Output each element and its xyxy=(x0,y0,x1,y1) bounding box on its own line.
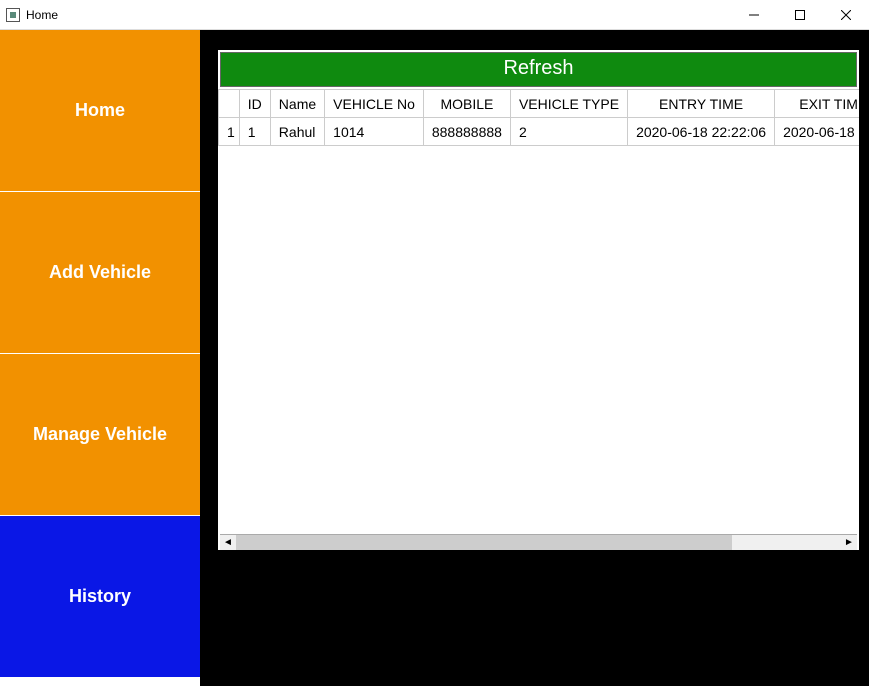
sidebar-item-history[interactable]: History xyxy=(0,516,200,678)
col-exit-time[interactable]: EXIT TIM xyxy=(775,90,859,118)
main-content: Refresh xyxy=(200,30,869,686)
cell-mobile[interactable]: 888888888 xyxy=(423,118,510,146)
cell-name[interactable]: Rahul xyxy=(270,118,324,146)
window-controls xyxy=(731,0,869,29)
window-title: Home xyxy=(26,8,58,22)
sidebar-item-label: History xyxy=(69,586,131,607)
col-vehicle-no[interactable]: VEHICLE No xyxy=(325,90,424,118)
cell-vehicle-type[interactable]: 2 xyxy=(510,118,627,146)
scroll-left-arrow-icon[interactable]: ◄ xyxy=(220,535,236,551)
table-corner xyxy=(219,90,240,118)
close-button[interactable] xyxy=(823,0,869,29)
data-table: ID Name VEHICLE No MOBILE VEHICLE TYPE E… xyxy=(218,89,859,146)
cell-exit-time[interactable]: 2020-06-18 22 xyxy=(775,118,859,146)
scroll-right-arrow-icon[interactable]: ► xyxy=(841,535,857,551)
sidebar-item-label: Manage Vehicle xyxy=(33,424,167,445)
cell-id[interactable]: 1 xyxy=(239,118,270,146)
minimize-button[interactable] xyxy=(731,0,777,29)
cell-entry-time[interactable]: 2020-06-18 22:22:06 xyxy=(628,118,775,146)
sidebar-item-label: Add Vehicle xyxy=(49,262,151,283)
refresh-label: Refresh xyxy=(503,57,573,79)
sidebar: Home Add Vehicle Manage Vehicle History xyxy=(0,30,200,686)
cell-vehicle-no[interactable]: 1014 xyxy=(325,118,424,146)
data-panel: Refresh xyxy=(218,50,859,550)
app-icon xyxy=(6,8,20,22)
sidebar-item-label: Home xyxy=(75,100,125,121)
refresh-button[interactable]: Refresh xyxy=(220,52,857,87)
table-row[interactable]: 1 1 Rahul 1014 888888888 2 2020-06-18 22… xyxy=(219,118,860,146)
app-body: Home Add Vehicle Manage Vehicle History … xyxy=(0,30,869,686)
sidebar-item-add-vehicle[interactable]: Add Vehicle xyxy=(0,192,200,354)
table-container: ID Name VEHICLE No MOBILE VEHICLE TYPE E… xyxy=(218,89,859,550)
horizontal-scrollbar[interactable]: ◄ ► xyxy=(220,534,857,550)
col-id[interactable]: ID xyxy=(239,90,270,118)
maximize-button[interactable] xyxy=(777,0,823,29)
table-header-row: ID Name VEHICLE No MOBILE VEHICLE TYPE E… xyxy=(219,90,860,118)
titlebar-left: Home xyxy=(6,8,58,22)
sidebar-item-manage-vehicle[interactable]: Manage Vehicle xyxy=(0,354,200,516)
col-entry-time[interactable]: ENTRY TIME xyxy=(628,90,775,118)
col-vehicle-type[interactable]: VEHICLE TYPE xyxy=(510,90,627,118)
titlebar: Home xyxy=(0,0,869,30)
scrollbar-thumb[interactable] xyxy=(236,535,732,550)
col-mobile[interactable]: MOBILE xyxy=(423,90,510,118)
rownum-cell: 1 xyxy=(219,118,240,146)
scrollbar-track[interactable] xyxy=(236,535,841,550)
sidebar-item-home[interactable]: Home xyxy=(0,30,200,192)
col-name[interactable]: Name xyxy=(270,90,324,118)
